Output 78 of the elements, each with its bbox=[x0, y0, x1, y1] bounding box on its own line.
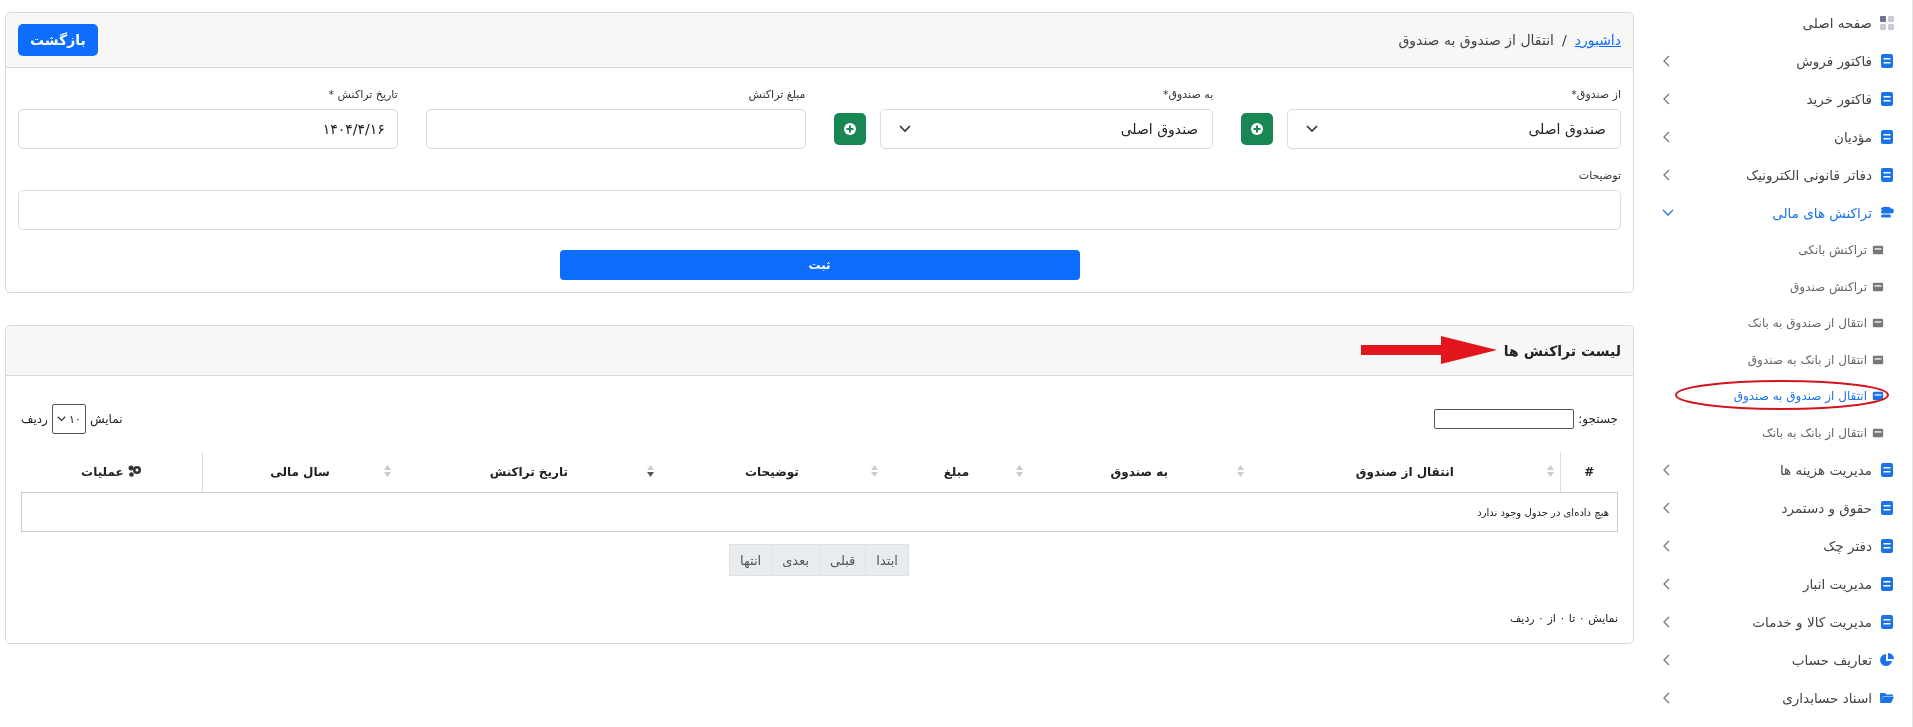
sidebar-item[interactable]: فاکتور خرید bbox=[1640, 80, 1912, 118]
chevron-left-icon bbox=[1662, 502, 1670, 514]
sidebar-item[interactable]: مدیریت کالا و خدمات bbox=[1640, 603, 1912, 641]
field-label: توضیحات bbox=[1577, 169, 1621, 182]
sidebar-item[interactable]: دفتر چک bbox=[1640, 527, 1912, 565]
plus-icon bbox=[843, 123, 856, 135]
box-icon bbox=[1872, 390, 1884, 403]
card-title: لیست تراکنش ها bbox=[1503, 342, 1621, 359]
chevron-left-icon bbox=[1662, 540, 1670, 552]
grid-icon bbox=[1880, 16, 1894, 30]
pie-chart-icon bbox=[1880, 653, 1894, 667]
chevron-down-icon bbox=[1662, 209, 1674, 217]
from-fund-select[interactable]: صندوق اصلی bbox=[1287, 109, 1621, 149]
column-header[interactable]: به صندوق bbox=[1029, 452, 1250, 493]
sidebar-item[interactable]: مدیریت هزینه ها bbox=[1640, 451, 1912, 489]
sidebar-item[interactable]: اسناد حسابداری bbox=[1640, 679, 1912, 717]
sidebar-item[interactable]: مدیریت انبار bbox=[1640, 565, 1912, 603]
column-header[interactable]: مبلغ bbox=[883, 452, 1030, 493]
field-label: به صندوق* bbox=[1162, 88, 1214, 101]
document-icon bbox=[1880, 54, 1894, 68]
search-field[interactable] bbox=[1434, 409, 1575, 429]
gears-icon bbox=[127, 465, 142, 477]
sidebar-subitem[interactable]: انتقال از بانک به صندوق bbox=[1640, 341, 1912, 378]
length-label: ردیف bbox=[21, 412, 48, 426]
sidebar-item[interactable]: تعاریف حساب bbox=[1640, 641, 1912, 679]
column-header[interactable]: تاریخ تراکنش bbox=[397, 452, 661, 493]
folder-icon bbox=[1880, 691, 1894, 705]
sidebar-item[interactable]: فاکتور فروش bbox=[1640, 42, 1912, 80]
column-header[interactable]: سال مالی bbox=[202, 452, 398, 493]
sidebar-item[interactable]: دفاتر قانونی الکترونیک bbox=[1640, 156, 1912, 194]
plus-icon bbox=[1251, 123, 1264, 135]
chevron-left-icon bbox=[1662, 55, 1670, 67]
field-label: مبلغ تراکنش bbox=[747, 88, 806, 101]
submit-button[interactable]: ثبت bbox=[559, 250, 1080, 280]
chevron-left-icon bbox=[1662, 169, 1670, 181]
breadcrumb-separator: / bbox=[1561, 32, 1567, 48]
credit-card-icon bbox=[1872, 317, 1884, 330]
caret-icon bbox=[898, 125, 911, 133]
sidebar-subitem[interactable]: انتقال از بانک به بانک bbox=[1640, 414, 1912, 451]
table-info: نمایش ۰ تا ۰ از ۰ ردیف bbox=[1508, 612, 1618, 625]
sidebar-subitem[interactable]: تراکنش صندوق bbox=[1640, 268, 1912, 305]
column-header[interactable]: انتقال از صندوق bbox=[1249, 452, 1561, 493]
to-fund-select[interactable]: صندوق اصلی bbox=[879, 109, 1214, 149]
sidebar-subitem[interactable]: تراکنش بانکی bbox=[1640, 232, 1912, 269]
empty-table-message: هیچ داده‌ای در جدول وجود ندارد bbox=[21, 492, 1618, 532]
chevron-left-icon bbox=[1662, 692, 1670, 704]
breadcrumb-current: انتقال از صندوق به صندوق bbox=[1398, 32, 1554, 48]
chevron-left-icon bbox=[1662, 131, 1670, 143]
back-button[interactable]: بازگشت bbox=[18, 24, 98, 56]
search-label: جستجو: bbox=[1578, 412, 1618, 426]
sidebar-subitem[interactable]: انتقال از صندوق به صندوق bbox=[1640, 378, 1912, 415]
column-header[interactable]: توضیحات bbox=[660, 452, 884, 493]
sidebar-item[interactable]: مؤدیان bbox=[1640, 118, 1912, 156]
chevron-left-icon bbox=[1662, 654, 1670, 666]
caret-icon bbox=[1306, 125, 1319, 133]
chevron-left-icon bbox=[1662, 578, 1670, 590]
coins-icon bbox=[1880, 206, 1894, 220]
caret-icon bbox=[56, 416, 66, 422]
breadcrumb-link[interactable]: داشبورد bbox=[1574, 32, 1621, 48]
length-label: نمایش bbox=[89, 412, 123, 426]
chevron-left-icon bbox=[1662, 93, 1670, 105]
sidebar-item[interactable]: حقوق و دستمرد bbox=[1640, 489, 1912, 527]
add-button[interactable] bbox=[833, 113, 866, 145]
column-header[interactable]: عملیات bbox=[21, 452, 202, 493]
sidebar-item[interactable]: تراکنش های مالی bbox=[1640, 194, 1912, 232]
document-icon bbox=[1880, 92, 1894, 106]
amount-field[interactable] bbox=[425, 109, 806, 149]
chevron-left-icon bbox=[1662, 616, 1670, 628]
field-label: از صندوق* bbox=[1570, 88, 1621, 101]
description-field[interactable] bbox=[18, 190, 1621, 230]
date-field[interactable]: ۱۴۰۴/۴/۱۶ bbox=[18, 109, 398, 149]
field-label: تاریخ تراکنش * bbox=[327, 88, 398, 101]
column-header[interactable]: # bbox=[1560, 452, 1618, 493]
sidebar-item[interactable]: صفحه اصلی bbox=[1640, 4, 1912, 42]
page-length-select[interactable]: ۱۰ bbox=[51, 404, 86, 434]
sidebar-subitem[interactable]: انتقال از صندوق به بانک bbox=[1640, 305, 1912, 342]
add-button[interactable] bbox=[1241, 113, 1274, 145]
chevron-left-icon bbox=[1662, 464, 1670, 476]
